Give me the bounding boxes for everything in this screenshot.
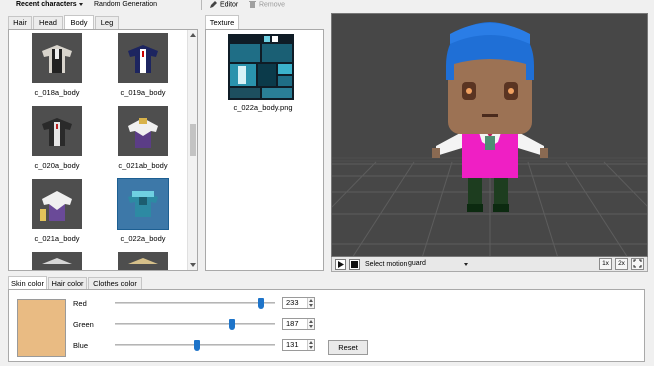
green-label: Green <box>73 320 94 329</box>
trash-icon <box>249 1 256 8</box>
spin-up-icon[interactable] <box>309 299 313 302</box>
outfit-preview <box>128 191 158 217</box>
stop-icon <box>351 261 358 268</box>
item-label: c_020a_body <box>34 161 80 170</box>
scroll-thumb[interactable] <box>190 124 196 156</box>
green-slider[interactable] <box>115 319 275 330</box>
chevron-down-icon <box>464 263 468 266</box>
character-preview <box>332 14 647 256</box>
motion-toolbar: Select motion guard 1x 2x <box>331 257 648 272</box>
3d-viewport[interactable] <box>331 13 648 257</box>
green-spin-arrows[interactable] <box>307 319 314 329</box>
tab-hair[interactable]: Hair <box>8 16 32 29</box>
editor-label: Editor <box>219 1 239 9</box>
outfit-preview <box>40 191 72 221</box>
blue-label: Blue <box>73 341 89 350</box>
color-panel: Red 233 Green 187 Blue 131 Reset <box>8 289 645 362</box>
top-toolbar: Recent characters Random Generation Edit… <box>0 0 654 12</box>
editor-button[interactable]: Editor <box>209 0 238 12</box>
item-label: c_021a_body <box>34 234 80 243</box>
remove-label: Remove <box>258 1 286 9</box>
texture-label: c_022a_body.png <box>233 103 293 112</box>
spin-up-icon[interactable] <box>309 320 313 323</box>
motion-select[interactable]: guard <box>406 259 470 270</box>
green-spinbox[interactable]: 187 <box>282 318 315 330</box>
spin-down-icon[interactable] <box>309 304 313 307</box>
green-value: 187 <box>286 319 299 328</box>
item-label: c_021ab_body <box>118 161 168 170</box>
blue-value: 131 <box>286 340 299 349</box>
tab-body[interactable]: Body <box>64 15 94 29</box>
texture-thumbnail[interactable] <box>228 34 294 100</box>
blue-spinbox[interactable]: 131 <box>282 339 315 351</box>
blue-slider-thumb[interactable] <box>194 340 201 351</box>
body-item-list: c_018a_body c_019a_body c_020a_body c_02… <box>8 29 198 271</box>
item-label: c_022a_body <box>120 234 166 243</box>
item-thumbnail <box>32 106 82 156</box>
item-label: c_019a_body <box>120 88 166 97</box>
remove-button[interactable]: Remove <box>248 0 285 12</box>
play-button[interactable] <box>335 259 346 270</box>
outfit-preview <box>42 118 72 146</box>
recent-characters-label: Recent characters <box>16 1 77 8</box>
item-thumbnail <box>32 33 82 83</box>
item-thumbnail <box>118 106 168 156</box>
item-thumbnail <box>117 178 169 230</box>
tab-skin-color[interactable]: Skin color <box>8 276 47 290</box>
motion-value: guard <box>408 260 426 267</box>
zoom-2x-button[interactable]: 2x <box>615 258 628 270</box>
outfit-preview <box>42 258 72 264</box>
spin-up-icon[interactable] <box>309 341 313 344</box>
green-slider-thumb[interactable] <box>229 319 236 330</box>
red-spinbox[interactable]: 233 <box>282 297 315 309</box>
texture-panel: c_022a_body.png <box>205 29 324 271</box>
item-thumbnail <box>32 252 82 270</box>
chevron-down-icon <box>78 2 83 6</box>
tab-head[interactable]: Head <box>33 16 63 29</box>
random-generation-button[interactable]: Random Generation <box>94 0 157 12</box>
zoom-1x-button[interactable]: 1x <box>599 258 612 270</box>
list-scrollbar[interactable] <box>187 30 197 270</box>
outfit-preview <box>128 118 158 148</box>
blue-spin-arrows[interactable] <box>307 340 314 350</box>
tab-texture[interactable]: Texture <box>205 15 239 29</box>
outfit-preview <box>128 45 158 73</box>
fullscreen-icon <box>633 259 642 268</box>
spin-down-icon[interactable] <box>309 346 313 349</box>
red-slider[interactable] <box>115 298 275 309</box>
item-label: c_018a_body <box>34 88 80 97</box>
item-thumbnail <box>118 252 168 270</box>
tab-leg[interactable]: Leg <box>95 16 119 29</box>
outfit-preview <box>42 45 72 73</box>
select-motion-label: Select motion <box>365 261 408 268</box>
red-value: 233 <box>286 298 299 307</box>
blue-slider[interactable] <box>115 340 275 351</box>
item-thumbnail <box>118 33 168 83</box>
red-spin-arrows[interactable] <box>307 298 314 308</box>
red-slider-thumb[interactable] <box>258 298 265 309</box>
item-thumbnail <box>32 179 82 229</box>
spin-down-icon[interactable] <box>309 325 313 328</box>
pencil-icon <box>210 1 217 8</box>
texture-image <box>228 34 294 100</box>
reset-button[interactable]: Reset <box>328 340 368 355</box>
recent-characters-dropdown[interactable]: Recent characters <box>16 0 83 12</box>
color-swatch <box>17 299 66 357</box>
play-icon <box>338 261 344 268</box>
fullscreen-button[interactable] <box>631 258 644 270</box>
scroll-down-icon[interactable] <box>190 263 196 267</box>
outfit-preview <box>128 258 158 264</box>
scroll-up-icon[interactable] <box>190 33 196 37</box>
red-label: Red <box>73 299 87 308</box>
stop-button[interactable] <box>349 259 360 270</box>
toolbar-divider <box>201 0 202 10</box>
